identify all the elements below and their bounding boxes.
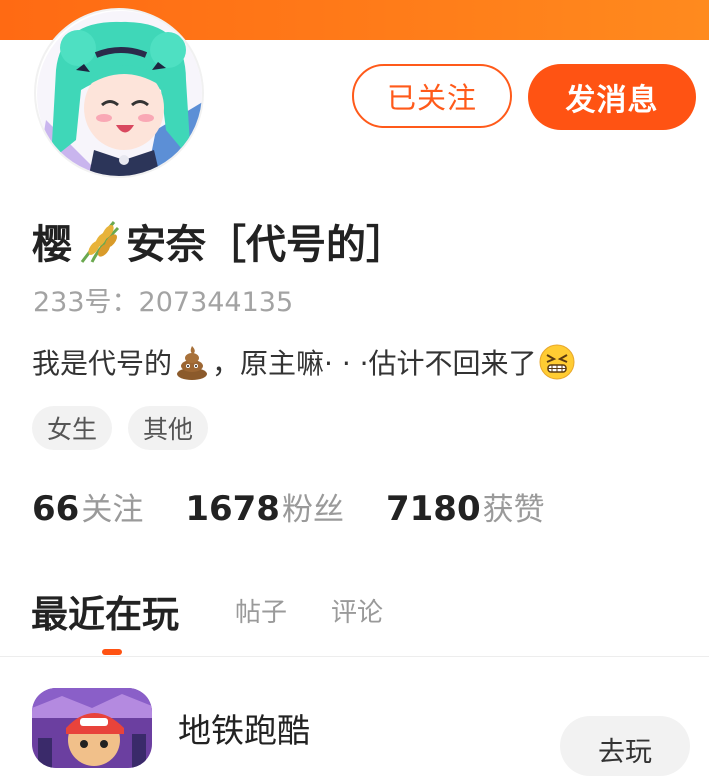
subway-surfers-icon[interactable] [32, 688, 152, 768]
nickname-part2: 安奈［代号的］ [126, 222, 406, 268]
wheat-ears-icon [74, 216, 124, 266]
user-stats: 66 关注 1678 粉丝 7180 获赞 [32, 484, 587, 530]
active-tab-indicator [102, 649, 122, 655]
tab-comments[interactable]: 评论 [331, 592, 383, 629]
game-title[interactable]: 地铁跑酷 [178, 704, 310, 752]
followed-button[interactable]: 已关注 [352, 64, 512, 128]
tab-posts[interactable]: 帖子 [235, 592, 287, 629]
tab-recently-played[interactable]: 最近在玩 [31, 584, 179, 638]
bio-part2: ，原主嘛· · ·估计不回来了 [212, 347, 537, 380]
avatar[interactable] [34, 8, 204, 178]
stat-following-count: 66 [32, 489, 80, 529]
tag-gender[interactable]: 女生 [32, 406, 113, 450]
bio-part1: 我是代号的 [32, 347, 173, 380]
stat-likes[interactable]: 7180 获赞 [386, 484, 545, 529]
user-bio: 我是代号的 ，原主嘛· · ·估计不回来了 [32, 340, 577, 384]
send-message-button[interactable]: 发消息 [528, 64, 696, 130]
grimacing-laughing-emoji-icon [538, 343, 576, 381]
poop-emoji-icon [173, 343, 211, 381]
stat-likes-label: 获赞 [482, 492, 545, 528]
stat-likes-count: 7180 [385, 489, 481, 529]
stat-following[interactable]: 66 关注 [32, 484, 143, 529]
nickname-part1: 樱 [32, 222, 72, 268]
play-game-button[interactable]: 去玩 [560, 716, 690, 776]
tag-other[interactable]: 其他 [128, 406, 209, 450]
stat-followers-count: 1678 [185, 489, 280, 529]
stat-following-label: 关注 [81, 492, 144, 528]
divider [0, 656, 709, 657]
user-id: 233号：207344135 [33, 287, 294, 318]
stat-followers-label: 粉丝 [281, 492, 344, 528]
stat-followers[interactable]: 1678 粉丝 [185, 484, 344, 529]
anime-girl-avatar-icon [37, 11, 202, 176]
user-nickname: 樱 安奈［代号的］ [32, 210, 406, 272]
